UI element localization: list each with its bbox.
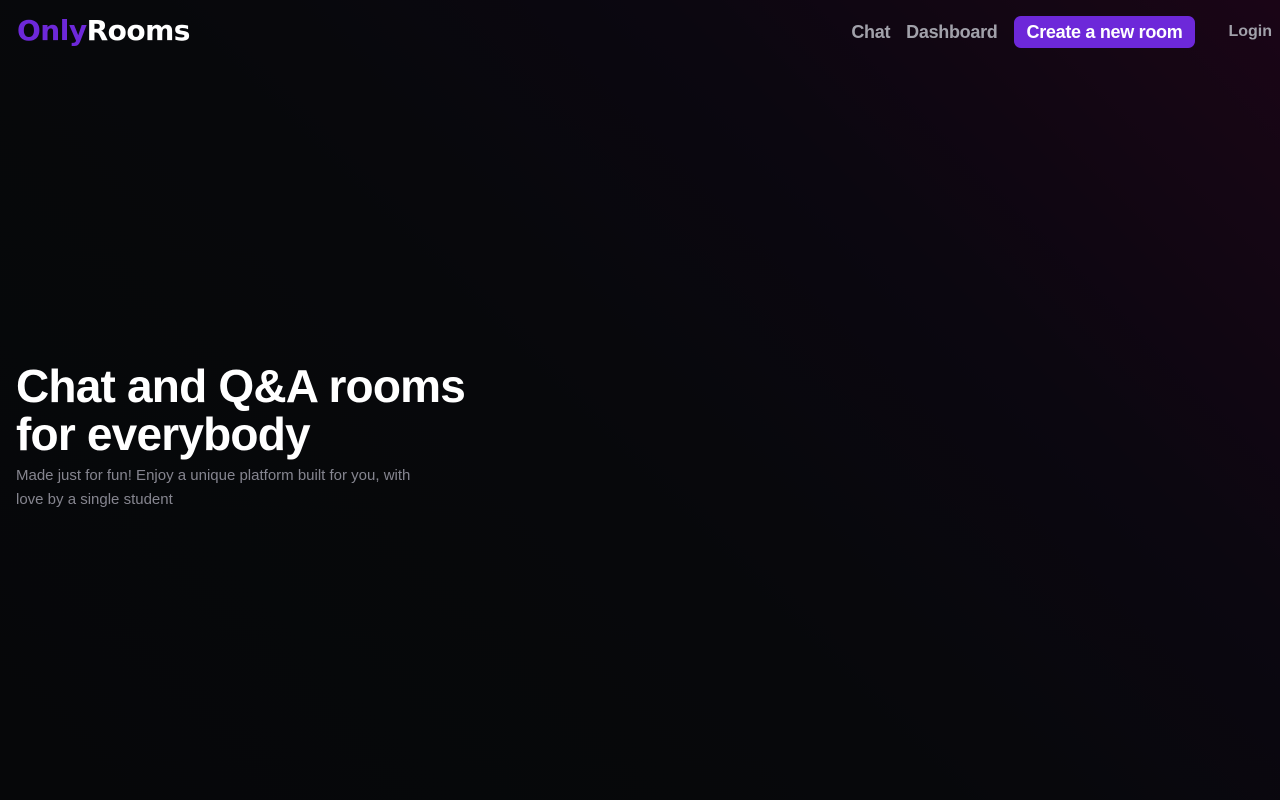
- create-room-button[interactable]: Create a new room: [1013, 16, 1196, 48]
- logo-only-text: Only: [17, 14, 87, 47]
- nav-link-chat[interactable]: Chat: [851, 22, 890, 43]
- logo-rooms-text: Rooms: [86, 14, 191, 47]
- logo-link[interactable]: OnlyRooms: [17, 13, 190, 49]
- login-link[interactable]: Login: [1228, 23, 1272, 41]
- hero-title: Chat and Q&A rooms for everybody: [16, 360, 466, 460]
- main-nav: Chat Dashboard Create a new room Login: [851, 16, 1272, 48]
- nav-link-dashboard[interactable]: Dashboard: [906, 22, 998, 43]
- navbar: OnlyRooms Chat Dashboard Create a new ro…: [0, 0, 1280, 64]
- hero-subtitle: Made just for fun! Enjoy a unique platfo…: [16, 467, 411, 508]
- hero-section: Chat and Q&A rooms for everybody Made ju…: [16, 362, 536, 512]
